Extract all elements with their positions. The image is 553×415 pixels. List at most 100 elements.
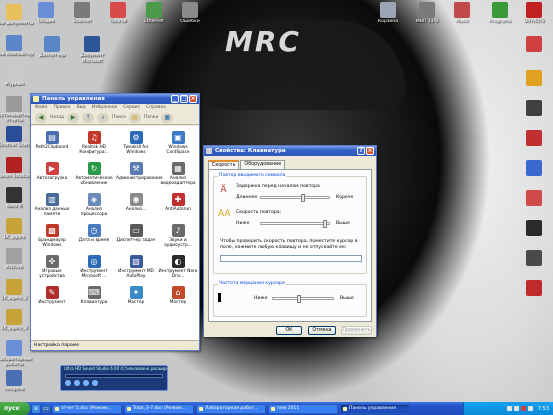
desktop-shortcut-icon bbox=[526, 250, 542, 266]
desktop-top2-icon-0[interactable]: Диспетчер bbox=[30, 36, 74, 59]
tray-network-icon[interactable] bbox=[506, 406, 512, 411]
cursor-blink-slider[interactable] bbox=[272, 295, 334, 303]
back-label[interactable]: Назад bbox=[50, 115, 64, 120]
maximize-button[interactable]: □ bbox=[180, 95, 188, 103]
control-panel-item[interactable]: ▦ Анализ видеоадаптера bbox=[157, 160, 199, 191]
control-panel-item[interactable]: ✎ Инструмент bbox=[31, 284, 73, 315]
desktop-right-icon-12[interactable] bbox=[512, 250, 553, 267]
stop-icon[interactable] bbox=[83, 380, 89, 386]
control-panel-item[interactable]: ▭ Диспетчер задач bbox=[115, 222, 157, 253]
menu-view[interactable]: Вид bbox=[77, 104, 86, 111]
control-panel-item[interactable]: ♫ Realtek HD Конфигура... bbox=[73, 129, 115, 160]
delay-short-label: Короче bbox=[336, 195, 354, 200]
desktop-right-icon-7[interactable] bbox=[512, 100, 553, 117]
control-panel-item[interactable]: ▧ Инструмент MD AutoPlay bbox=[115, 253, 157, 284]
next-icon[interactable] bbox=[92, 380, 98, 386]
taskbar-button[interactable]: Лабораторная работ... bbox=[196, 403, 266, 414]
pause-icon[interactable] bbox=[74, 380, 80, 386]
start-button[interactable]: пуск bbox=[0, 402, 30, 415]
desktop-left-icon-12[interactable]: nexgene bbox=[0, 370, 36, 393]
desktop-left-icon-2[interactable]: Журнал bbox=[0, 65, 36, 88]
up-folder-icon[interactable]: ↑ bbox=[82, 112, 95, 123]
back-arrow-icon[interactable]: ◀ bbox=[35, 112, 47, 123]
cursor-blink-thumb[interactable] bbox=[296, 295, 301, 303]
control-panel-item[interactable]: ⚒ Администрирование bbox=[115, 160, 163, 191]
player-seek-bar[interactable] bbox=[65, 374, 163, 378]
control-panel-item[interactable]: ♪ Звуки и аудиоустр... bbox=[157, 222, 199, 253]
desktop-right-icon-0[interactable]: Корзина bbox=[366, 2, 410, 25]
tab-speed[interactable]: Скорость bbox=[208, 160, 240, 169]
tray-volume-icon[interactable] bbox=[513, 406, 519, 411]
quicklaunch-ie-icon[interactable]: e bbox=[32, 404, 40, 413]
dialog-close-button[interactable]: × bbox=[366, 147, 374, 155]
repeat-rate-slider[interactable] bbox=[260, 220, 330, 228]
desktop-right-icon-4[interactable]: DRIVERS bbox=[512, 2, 553, 25]
folders-icon[interactable]: ▤ bbox=[128, 112, 141, 123]
control-panel-titlebar[interactable]: Панель управления _ □ × bbox=[31, 94, 199, 104]
desktop-icon-label: Лабораторные работы bbox=[0, 356, 32, 368]
control-panel-item[interactable]: ▶ Автозагрузка bbox=[31, 160, 73, 191]
tab-hardware[interactable]: Оборудование bbox=[240, 160, 286, 169]
keyboard-dialog-titlebar[interactable]: Свойства: Клавиатура ? × bbox=[204, 146, 376, 156]
menu-file[interactable]: Файл bbox=[35, 104, 47, 111]
control-panel-item[interactable]: ⌨ Клавиатура bbox=[73, 284, 115, 315]
close-button[interactable]: × bbox=[189, 95, 197, 103]
repeat-delay-thumb[interactable] bbox=[300, 194, 305, 202]
search-label[interactable]: Поиск bbox=[112, 115, 126, 120]
taskbar-button[interactable]: new 2011 bbox=[268, 403, 338, 414]
menu-help[interactable]: Справка bbox=[146, 104, 166, 111]
apply-button[interactable]: Применить bbox=[341, 326, 372, 335]
repeat-rate-thumb[interactable] bbox=[323, 220, 328, 228]
desktop-right-icon-9[interactable] bbox=[512, 160, 553, 177]
desktop-right-icon-13[interactable] bbox=[512, 280, 553, 297]
taskbar-button[interactable]: Total_3-7.doc (Режим... bbox=[124, 403, 194, 414]
play-icon[interactable] bbox=[65, 380, 71, 386]
repeat-delay-slider[interactable] bbox=[260, 194, 330, 202]
desktop-right-icon-6[interactable] bbox=[512, 70, 553, 87]
control-panel-item[interactable]: ▥ Анализ данных памяти bbox=[31, 191, 73, 222]
taskbar-button[interactable]: Панель управления bbox=[340, 403, 410, 414]
media-player-window[interactable]: Ultra HD Sound Studio 6.00 (Стилизовано … bbox=[60, 365, 168, 391]
control-panel-item[interactable]: ⌂ Мастер bbox=[157, 284, 199, 315]
control-panel-item[interactable]: ▣ Windows CardSpace bbox=[157, 129, 199, 160]
repeat-test-input[interactable] bbox=[220, 255, 362, 262]
control-panel-item[interactable]: ✦ Мастер bbox=[115, 284, 157, 315]
quicklaunch-desktop-icon[interactable]: ▭ bbox=[42, 404, 50, 413]
minimize-button[interactable]: _ bbox=[171, 95, 179, 103]
forward-arrow-icon[interactable]: ▶ bbox=[67, 112, 80, 123]
desktop-right-icon-8[interactable] bbox=[512, 130, 553, 147]
control-panel-item[interactable]: ▤ Path2Clipboard bbox=[31, 129, 73, 160]
desktop-top-icon-4[interactable]: Ошибки bbox=[168, 2, 212, 25]
tray-language-icon[interactable] bbox=[527, 406, 533, 411]
control-panel-item[interactable]: ◷ Дата и время bbox=[73, 222, 115, 253]
control-panel-item[interactable]: ◉ Анализ... bbox=[115, 191, 157, 222]
help-button[interactable]: ? bbox=[357, 147, 365, 155]
control-panel-item[interactable]: ⚙ TweakUI for Windows bbox=[115, 129, 157, 160]
desktop-shortcut-icon bbox=[526, 36, 542, 52]
ok-button[interactable]: ОК bbox=[276, 326, 302, 335]
cancel-button[interactable]: Отмена bbox=[308, 326, 336, 335]
control-panel-item[interactable]: ✚ AntiAutorun bbox=[157, 191, 199, 222]
desktop-right-icon-11[interactable] bbox=[512, 220, 553, 237]
menu-tools[interactable]: Сервис bbox=[123, 104, 140, 111]
clock[interactable]: 7:53 bbox=[538, 406, 549, 412]
control-panel-item[interactable]: ◎ Инструмент Microsoft ... bbox=[73, 253, 115, 284]
menu-edit[interactable]: Правка bbox=[53, 104, 70, 111]
keyboard-properties-dialog[interactable]: Свойства: Клавиатура ? × Скорость Оборуд… bbox=[203, 145, 377, 337]
control-panel-item[interactable]: ▩ Брандмауэр Windows bbox=[31, 222, 73, 253]
desktop-top2-icon-1[interactable]: Документ Microsoft bbox=[70, 36, 114, 64]
search-icon[interactable]: ⌕ bbox=[97, 112, 110, 123]
menu-favorites[interactable]: Избранное bbox=[92, 104, 118, 111]
folders-label[interactable]: Папки bbox=[144, 115, 158, 120]
desktop-right-icon-10[interactable] bbox=[512, 190, 553, 207]
taskbar-button[interactable]: отчет 5.doc (Режим... bbox=[52, 403, 122, 414]
control-panel-item[interactable]: ↻ Автоматическое обновление bbox=[73, 160, 115, 191]
tray-antivirus-icon[interactable] bbox=[520, 406, 526, 411]
desktop-right-icon-5[interactable] bbox=[512, 36, 553, 53]
control-panel-item[interactable]: ✜ Игровые устройства bbox=[31, 253, 73, 284]
control-panel-window[interactable]: Панель управления _ □ × Файл Правка Вид … bbox=[30, 93, 200, 351]
views-icon[interactable]: ▦ bbox=[161, 112, 174, 123]
desktop-icon-label: nexgene bbox=[4, 387, 24, 392]
control-panel-item[interactable]: ◈ Анализ процессора bbox=[73, 191, 115, 222]
control-panel-item[interactable]: ◐ Инструмент Nero Driv... bbox=[157, 253, 199, 284]
